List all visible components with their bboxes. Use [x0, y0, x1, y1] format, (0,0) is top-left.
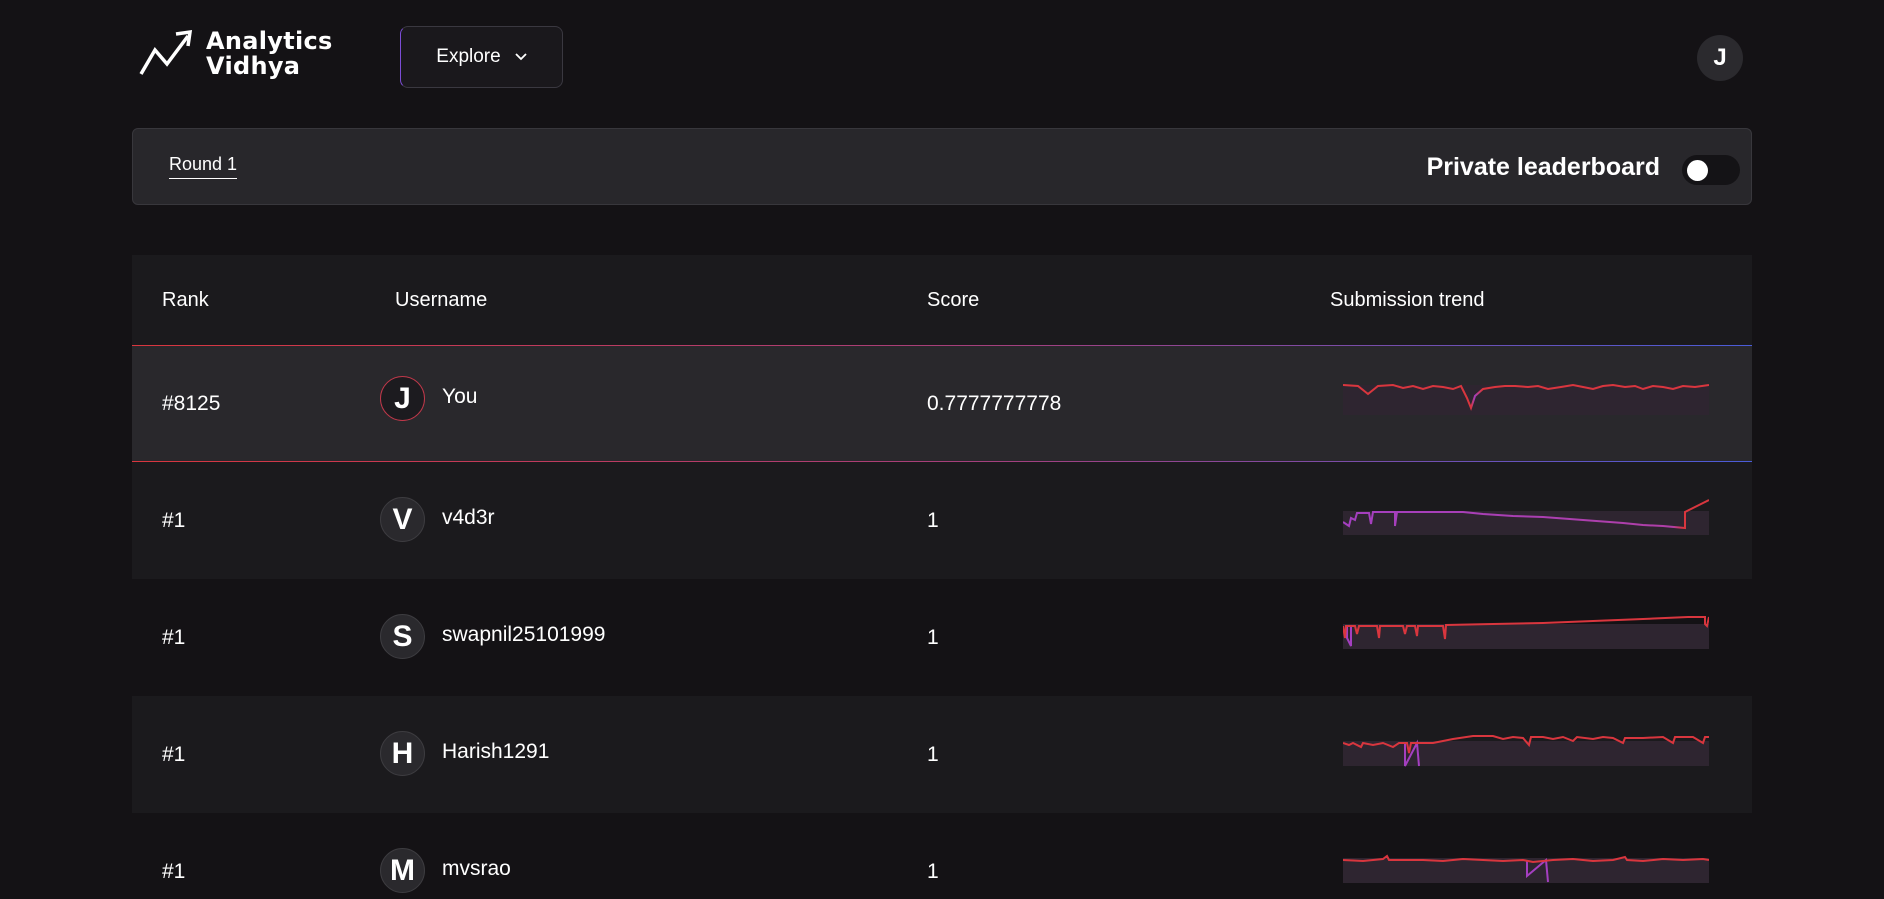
avatar-initial: S [392, 619, 413, 653]
avatar: M [380, 848, 425, 893]
submission-trend-sparkline [1343, 854, 1709, 883]
table-row: #1 M mvsrao 1 [132, 813, 1752, 899]
explore-dropdown-button[interactable]: Explore [400, 26, 563, 88]
table-row: #1 S swapnil25101999 1 [132, 579, 1752, 696]
score-cell: 0.7777777778 [927, 392, 1062, 415]
score-cell: 1 [927, 860, 939, 883]
rank-cell: #8125 [162, 392, 221, 415]
username: mvsrao [442, 856, 511, 880]
avatar: J [380, 376, 425, 421]
username-cell[interactable]: H Harish1291 [380, 731, 549, 776]
rank-cell: #1 [162, 860, 186, 883]
table-row: #1 H Harish1291 1 [132, 696, 1752, 813]
private-leaderboard-toggle[interactable] [1682, 155, 1740, 185]
avatar: H [380, 731, 425, 776]
brand-line-1: Analytics [206, 27, 333, 55]
table-row-you: #8125 J You 0.7777777778 [132, 345, 1752, 462]
username: swapnil25101999 [442, 622, 606, 646]
tab-round-1[interactable]: Round 1 [169, 154, 238, 179]
header-score: Score [927, 289, 980, 311]
leaderboard-table: Rank Username Score Submission trend #81… [132, 255, 1752, 899]
toggle-knob [1687, 160, 1708, 181]
brand-name: Analytics Vidhya [206, 29, 333, 79]
username: Harish1291 [442, 739, 550, 763]
submission-trend-sparkline [1343, 616, 1709, 649]
rank-cell: #1 [162, 626, 186, 649]
username: v4d3r [442, 505, 495, 529]
chevron-down-icon [515, 53, 527, 61]
submission-trend-sparkline [1343, 383, 1709, 415]
avatar: S [380, 614, 425, 659]
submission-trend-sparkline [1343, 499, 1709, 535]
username-cell[interactable]: V v4d3r [380, 497, 495, 542]
rank-cell: #1 [162, 743, 186, 766]
table-header: Rank Username Score Submission trend [132, 255, 1752, 345]
header-username: Username [395, 289, 488, 311]
username-cell[interactable]: S swapnil25101999 [380, 614, 605, 659]
trend-arrow-icon [139, 29, 193, 75]
header-submission-trend: Submission trend [1330, 289, 1485, 311]
table-row: #1 V v4d3r 1 [132, 462, 1752, 579]
private-leaderboard-label: Private leaderboard [1426, 153, 1660, 181]
score-cell: 1 [927, 743, 939, 766]
avatar-initial: H [391, 736, 414, 770]
user-avatar[interactable]: J [1697, 35, 1743, 81]
avatar-initial: M [390, 853, 415, 887]
score-cell: 1 [927, 626, 939, 649]
submission-trend-sparkline [1343, 735, 1709, 767]
username-cell[interactable]: J You [380, 376, 477, 421]
brand-line-2: Vidhya [206, 52, 301, 80]
user-avatar-initial: J [1713, 44, 1727, 71]
username: You [442, 384, 478, 408]
round-bar: Round 1 Private leaderboard [132, 128, 1752, 205]
score-cell: 1 [927, 509, 939, 532]
avatar: V [380, 497, 425, 542]
username-cell[interactable]: M mvsrao [380, 848, 511, 893]
avatar-initial: V [392, 502, 413, 536]
avatar-initial: J [394, 381, 411, 415]
rank-cell: #1 [162, 509, 186, 532]
header-rank: Rank [162, 289, 209, 311]
brand-logo[interactable]: Analytics Vidhya [138, 28, 333, 80]
explore-label: Explore [436, 46, 501, 67]
